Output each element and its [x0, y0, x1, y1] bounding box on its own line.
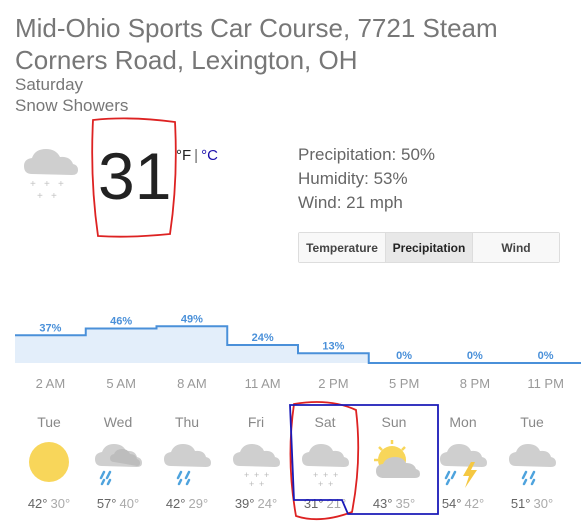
rain-cloud-icon — [92, 436, 144, 488]
forecast-day-name: Sat — [314, 414, 336, 430]
sun-icon — [23, 436, 75, 488]
forecast-day-name: Sun — [381, 414, 407, 430]
svg-text:+: + — [51, 191, 57, 202]
precipitation-value: Precipitation: 50% — [298, 145, 436, 164]
forecast-day[interactable]: Wed 57° 40° — [83, 414, 153, 511]
location-title: Mid-Ohio Sports Car Course, 7721 Steam C… — [15, 12, 575, 76]
forecast-day-name: Thu — [174, 414, 200, 430]
forecast-day[interactable]: Sun 43° 35° — [359, 414, 429, 511]
time-tick-label: 2 PM — [318, 376, 349, 391]
current-day: Saturday — [15, 75, 84, 94]
precipitation-data-label: 0% — [396, 350, 412, 362]
svg-text:+: + — [318, 479, 323, 488]
forecast-high: 51° — [510, 496, 531, 511]
svg-text:+: + — [44, 179, 50, 190]
chart-tabs: Temperature Precipitation Wind — [298, 232, 560, 263]
current-condition: Snow Showers — [15, 96, 129, 115]
unit-fahrenheit[interactable]: °F — [176, 147, 191, 164]
svg-text:+: + — [249, 479, 254, 488]
forecast-low: 24° — [257, 496, 278, 511]
wind-value: Wind: 21 mph — [298, 193, 403, 212]
forecast-low: 30° — [533, 496, 554, 511]
location-line-1: Mid-Ohio Sports Car Course, 7721 Steam — [15, 13, 498, 43]
forecast-day[interactable]: Thu 42° 29° — [152, 414, 222, 511]
thunderstorm-icon — [437, 436, 489, 488]
unit-separator: | — [194, 147, 199, 164]
precipitation-chart: 37% 46% 49% 24% 13% 0% 0% 0% — [15, 313, 581, 364]
forecast-day[interactable]: Tue 42° 30° — [14, 414, 84, 511]
weather-details: Precipitation: 50% Humidity: 53% Wind: 2… — [298, 143, 435, 215]
tab-wind[interactable]: Wind — [473, 233, 559, 262]
forecast-day-name: Fri — [247, 414, 265, 430]
svg-text:+: + — [58, 179, 64, 190]
forecast-day[interactable]: Tue 51° 30° — [497, 414, 567, 511]
forecast-low: 42° — [464, 496, 485, 511]
precipitation-data-label: 49% — [181, 313, 203, 325]
precipitation-data-label: 24% — [252, 332, 274, 344]
forecast-day-name: Wed — [103, 414, 133, 430]
forecast-high: 39° — [234, 496, 255, 511]
svg-text:+: + — [328, 479, 333, 488]
svg-text:+: + — [264, 470, 269, 480]
svg-text:+: + — [37, 191, 43, 202]
forecast-day-name: Tue — [37, 414, 61, 430]
forecast-high: 54° — [441, 496, 462, 511]
location-line-2: Corners Road, Lexington, OH — [15, 45, 358, 75]
forecast-day[interactable]: Fri + + + + + 39° 24° — [221, 414, 291, 511]
snow-cloud-icon: + + + + + — [299, 436, 351, 489]
forecast-low: 29° — [188, 496, 209, 511]
forecast-low: 21° — [326, 496, 347, 511]
forecast-day[interactable]: Mon 54° 42° — [428, 414, 498, 511]
forecast-low: 40° — [119, 496, 140, 511]
tab-temperature[interactable]: Temperature — [299, 233, 386, 262]
precipitation-data-label: 46% — [110, 316, 132, 328]
time-tick-label: 5 AM — [106, 376, 136, 391]
forecast-low: 30° — [50, 496, 71, 511]
unit-celsius[interactable]: °C — [201, 147, 218, 164]
forecast-high: 43° — [372, 496, 393, 511]
snow-cloud-icon: + + + + + — [230, 436, 282, 489]
forecast-day[interactable]: Sat + + + + + 31° 21° — [290, 414, 360, 511]
time-tick-label: 5 PM — [388, 376, 420, 391]
tab-precipitation[interactable]: Precipitation — [386, 233, 473, 262]
forecast-high: 42° — [165, 496, 186, 511]
svg-text:+: + — [30, 179, 36, 190]
time-tick-label: 11 AM — [244, 376, 281, 391]
time-tick-label: 8 PM — [459, 376, 491, 391]
svg-text:+: + — [333, 470, 338, 480]
current-temperature: 31 — [98, 139, 172, 213]
partly-sunny-icon — [368, 436, 420, 488]
time-tick-label: 11 PM — [527, 376, 564, 391]
unit-toggle: °F | °C — [176, 147, 218, 164]
time-tick-label: 8 AM — [177, 376, 207, 391]
snow-cloud-icon: + + + + + — [18, 140, 82, 204]
precipitation-data-label: 0% — [538, 350, 554, 362]
time-tick-label: 2 AM — [35, 376, 66, 391]
forecast-high: 42° — [27, 496, 48, 511]
forecast-high: 57° — [96, 496, 117, 511]
precipitation-data-label: 0% — [467, 350, 483, 362]
forecast-day-name: Mon — [449, 414, 477, 430]
forecast-day-name: Tue — [520, 414, 544, 430]
svg-text:+: + — [259, 479, 264, 488]
precipitation-data-label: 13% — [322, 340, 344, 352]
precipitation-data-label: 37% — [39, 322, 61, 334]
humidity-value: Humidity: 53% — [298, 169, 408, 188]
forecast-high: 31° — [303, 496, 324, 511]
forecast-low: 35° — [395, 496, 416, 511]
rain-cloud-icon — [506, 436, 558, 488]
rain-cloud-icon — [161, 436, 213, 488]
